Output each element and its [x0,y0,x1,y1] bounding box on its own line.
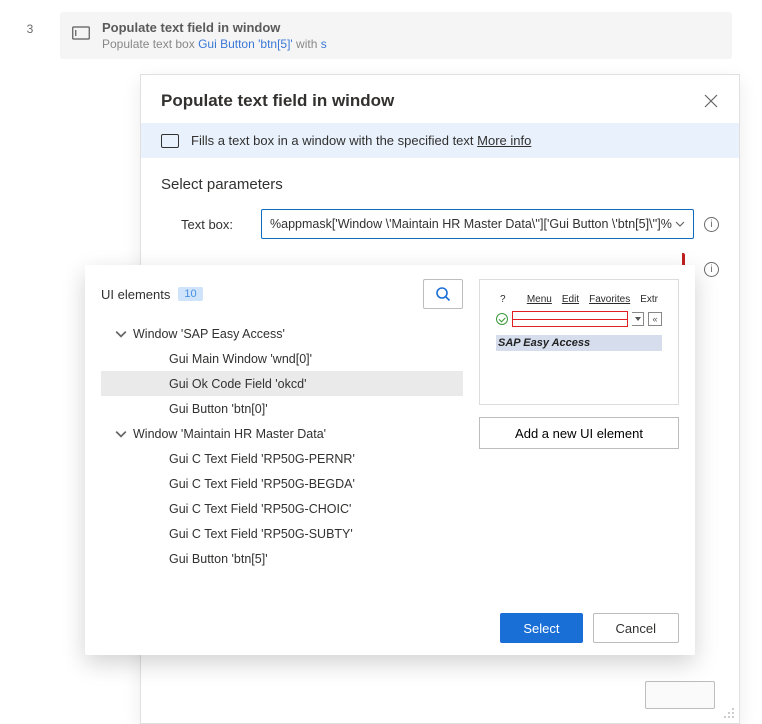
cancel-button[interactable]: Cancel [593,613,679,643]
banner-text: Fills a text box in a window with the sp… [191,133,531,148]
preview-menu-item: Extr [640,294,658,305]
dialog-footer-buttons [645,681,715,709]
step-sub-link[interactable]: Gui Button 'btn[5]' [198,37,293,51]
textbox-value: %appmask['Window \'Maintain HR Master Da… [270,217,672,231]
tree-item-label: Gui Button 'btn[0]' [169,402,268,416]
step-number: 3 [0,12,60,36]
resize-grip-icon[interactable] [723,707,735,719]
dialog-title: Populate text field in window [161,91,394,111]
chevron-down-icon [675,219,685,229]
section-label: Select parameters [141,158,739,203]
tree-item-label: Gui Button 'btn[5]' [169,552,268,566]
tree-group[interactable]: Window 'Maintain HR Master Data' [101,421,463,446]
chevron-down-icon [115,428,127,440]
count-badge: 10 [178,287,202,301]
textfield-small-icon [161,134,179,148]
ui-elements-picker: UI elements 10 Window 'SAP Easy Access' G… [85,265,695,655]
check-icon [496,313,508,325]
preview-highlight-box [512,311,628,327]
textfield-icon [72,24,90,42]
step-text: Populate text field in window Populate t… [102,20,327,51]
picker-title: UI elements 10 [101,287,203,302]
tree-leaf[interactable]: Gui Button 'btn[5]' [101,546,463,571]
tree-leaf[interactable]: Gui C Text Field 'RP50G-SUBTY' [101,521,463,546]
param-row-textbox: Text box: %appmask['Window \'Maintain HR… [141,203,739,253]
tree-item-label: Gui C Text Field 'RP50G-CHOIC' [169,502,351,516]
picker-footer: Select Cancel [85,601,695,655]
search-button[interactable] [423,279,463,309]
tree-leaf[interactable]: Gui Ok Code Field 'okcd' [101,371,463,396]
preview-marker: ? [500,294,506,305]
search-icon [435,286,451,302]
tree-item-label: Gui C Text Field 'RP50G-BEGDA' [169,477,355,491]
tree-item-label: Gui Main Window 'wnd[0]' [169,352,312,366]
tree-group[interactable]: Window 'SAP Easy Access' [101,321,463,346]
preview-box: ? Menu Edit Favorites Extr « S [479,279,679,405]
dialog-button-stub[interactable] [645,681,715,709]
preview-window-title: SAP Easy Access [496,335,662,351]
preview-field-row: « [496,309,662,329]
step-sub-link2[interactable]: s [321,37,327,51]
step-title: Populate text field in window [102,20,327,35]
tree-leaf[interactable]: Gui C Text Field 'RP50G-CHOIC' [101,496,463,521]
tree-leaf[interactable]: Gui Main Window 'wnd[0]' [101,346,463,371]
ui-element-tree: Window 'SAP Easy Access' Gui Main Window … [101,321,463,571]
tree-item-label: Window 'SAP Easy Access' [133,327,285,341]
info-icon[interactable]: i [704,262,719,277]
tree-item-label: Gui C Text Field 'RP50G-PERNR' [169,452,355,466]
preview-menu-item: Favorites [589,294,630,305]
textbox-label: Text box: [181,217,245,232]
tree-leaf[interactable]: Gui Button 'btn[0]' [101,396,463,421]
preview-menu-item: Menu [527,294,552,305]
more-info-link[interactable]: More info [477,133,531,148]
preview-menu-item: Edit [562,294,579,305]
tree-item-label: Gui Ok Code Field 'okcd' [169,377,306,391]
tree-leaf[interactable]: Gui C Text Field 'RP50G-BEGDA' [101,471,463,496]
step-subtitle: Populate text box Gui Button 'btn[5]' wi… [102,37,327,51]
tree-leaf[interactable]: Gui C Text Field 'RP50G-PERNR' [101,446,463,471]
select-button[interactable]: Select [500,613,582,643]
collapse-btn: « [648,312,662,326]
tree-item-label: Window 'Maintain HR Master Data' [133,427,326,441]
dialog-header: Populate text field in window [141,75,739,123]
tree-item-label: Gui C Text Field 'RP50G-SUBTY' [169,527,353,541]
close-icon[interactable] [703,93,719,109]
add-ui-element-button[interactable]: Add a new UI element [479,417,679,449]
step-card[interactable]: Populate text field in window Populate t… [60,12,732,59]
textbox-combo[interactable]: %appmask['Window \'Maintain HR Master Da… [261,209,694,239]
info-icon[interactable]: i [704,217,719,232]
chevron-down-icon [115,328,127,340]
info-banner: Fills a text box in a window with the sp… [141,123,739,158]
step-row: 3 Populate text field in window Populate… [0,12,762,59]
dropdown-arrow-icon [632,312,644,326]
preview-menu: ? Menu Edit Favorites Extr [496,292,662,309]
